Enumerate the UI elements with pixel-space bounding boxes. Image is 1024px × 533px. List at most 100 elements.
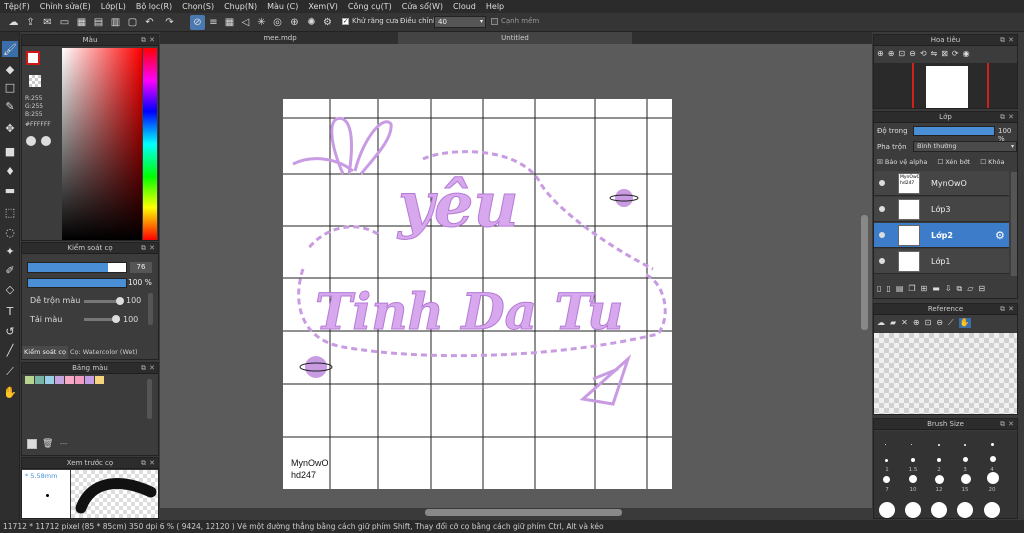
palette-swatch[interactable] (65, 376, 74, 384)
layer-item-lop2[interactable]: Lớp2 ⚙ (874, 223, 1009, 248)
opacity-slider[interactable] (27, 278, 127, 288)
tab-untitled[interactable]: Untitled (398, 32, 632, 44)
size-dot-15[interactable] (961, 474, 971, 484)
new-layer-icon[interactable]: ▯ (886, 284, 890, 294)
navigator-preview[interactable] (874, 63, 1017, 108)
close-icon[interactable]: ✕ (149, 458, 155, 469)
undo-icon[interactable]: ↶ (142, 15, 157, 30)
bucket-tool-icon[interactable]: ♦ (2, 163, 18, 179)
size-dot-large[interactable] (931, 502, 947, 518)
lock-option[interactable]: ☐ Khóa (980, 158, 1004, 166)
close-icon[interactable]: ✕ (1008, 419, 1014, 430)
size-dot-large[interactable] (879, 502, 895, 518)
size-dot-tiny[interactable] (911, 444, 912, 445)
size-dot-20[interactable] (987, 472, 999, 484)
eye-icon[interactable] (879, 232, 885, 238)
open-folder-icon[interactable]: ▰ (890, 318, 896, 328)
edge-checkbox[interactable] (491, 18, 498, 25)
close-icon[interactable]: ✕ (1008, 112, 1014, 123)
size-dot-12[interactable] (935, 475, 944, 484)
menu-select[interactable]: Chọn(S) (182, 2, 214, 11)
size-dot-tiny[interactable] (991, 443, 994, 446)
settings-snap-icon[interactable]: ✺ (304, 15, 319, 30)
wand-tool-icon[interactable]: ✦ (2, 243, 18, 259)
menu-capture[interactable]: Chụp(N) (224, 2, 257, 11)
rotate-right-icon[interactable]: ⟳ (952, 49, 959, 58)
drawing-paper[interactable]: yêu Tinh Da Tu MynOwO hd247 (283, 99, 672, 489)
hue-slider[interactable] (143, 48, 157, 240)
size-dot-tiny[interactable] (938, 444, 940, 446)
eye-icon[interactable] (879, 258, 885, 264)
menu-file[interactable]: Tệp(F) (4, 2, 30, 11)
gradient-tool-icon[interactable]: ▬ (2, 182, 18, 198)
float-icon[interactable]: ⧉ (1000, 304, 1005, 315)
zoom-in-icon[interactable]: ⊕ (913, 318, 920, 328)
eyedropper-tool-icon[interactable]: ⟋ (2, 364, 18, 380)
concentric-snap-icon[interactable]: ◎ (270, 15, 285, 30)
reload-slider-knob[interactable] (112, 315, 120, 323)
comment-icon[interactable]: ✉ (40, 15, 55, 30)
size-dot-large[interactable] (905, 502, 921, 518)
size-slider[interactable] (27, 262, 127, 273)
menu-filter[interactable]: Bộ lọc(R) (136, 2, 172, 11)
divide-tool-icon[interactable]: ╱ (2, 342, 18, 358)
scrollbar[interactable] (1011, 172, 1017, 276)
mix-slider-knob[interactable] (116, 297, 124, 305)
vanish-snap-icon[interactable]: ◁ (238, 15, 253, 30)
chat-icon[interactable]: ▭ (57, 15, 72, 30)
select-pen-tool-icon[interactable]: ✐ (2, 262, 18, 278)
reset-icon[interactable]: ⊠ (941, 49, 948, 58)
size-dot-4[interactable] (990, 456, 996, 462)
lasso-tool-icon[interactable]: ◌ (2, 224, 18, 240)
reference-canvas[interactable] (874, 333, 1017, 414)
transparent-swatch[interactable] (29, 75, 41, 87)
float-icon[interactable]: ⧉ (1000, 35, 1005, 46)
float-icon[interactable]: ⧉ (141, 363, 146, 374)
size-dot-1-5[interactable] (911, 458, 915, 462)
palette-swatch[interactable] (55, 376, 64, 384)
duplicate-icon[interactable]: ❐ (908, 284, 915, 294)
move-tool-icon[interactable]: ✥ (2, 120, 18, 136)
size-dot-tiny[interactable] (885, 444, 886, 445)
eye-icon[interactable] (879, 206, 885, 212)
zoom-in-icon[interactable]: ⊕ (888, 49, 895, 58)
text-tool-icon[interactable]: T (2, 303, 18, 319)
zoom-out-icon[interactable]: ⊖ (909, 49, 916, 58)
fit-icon[interactable]: ⊡ (898, 49, 905, 58)
copy-icon[interactable]: ⧉ (957, 284, 963, 294)
window-icon[interactable]: ▢ (125, 15, 140, 30)
close-icon[interactable]: ✕ (901, 318, 908, 328)
float-icon[interactable]: ⧉ (141, 243, 146, 254)
layer-opacity-slider[interactable] (913, 126, 995, 136)
menu-cloud[interactable]: Cloud (453, 2, 476, 11)
curve-snap-icon[interactable]: ⊕ (287, 15, 302, 30)
color-wheel-icon[interactable] (26, 136, 36, 146)
menu-window[interactable]: Cửa sổ(W) (402, 2, 443, 11)
palette-swatch[interactable] (35, 376, 44, 384)
cloud-icon[interactable]: ☁ (877, 318, 885, 328)
delete-icon[interactable]: ⊟ (978, 284, 985, 294)
size-value[interactable]: 76 (130, 262, 152, 273)
pen-tool-icon[interactable]: ✎ (2, 98, 18, 114)
size-dot-3[interactable] (963, 457, 968, 462)
flip-icon[interactable]: ⇋ (931, 49, 938, 58)
scrollbar[interactable] (147, 379, 152, 419)
parallel-snap-icon[interactable]: ≡ (206, 15, 221, 30)
hand-tool-icon[interactable]: ✋ (2, 384, 18, 400)
menu-layer[interactable]: Lớp(L) (101, 2, 126, 11)
rect-tool-icon[interactable]: □ (2, 79, 18, 95)
layer-item-mynowo[interactable]: MynOwO hd247 MynOwO (874, 171, 1009, 196)
layer-item-lop1[interactable]: Lớp1 (874, 249, 1009, 274)
brush-tool-icon[interactable]: 🖌 (2, 41, 18, 57)
palette-swatch[interactable] (85, 376, 94, 384)
cloud-icon[interactable]: ☁ (6, 15, 21, 30)
color-settings-icon[interactable] (41, 136, 51, 146)
fill-rect-tool-icon[interactable]: ■ (2, 143, 18, 159)
grid-snap-icon[interactable]: ▦ (222, 15, 237, 30)
float-icon[interactable]: ⧉ (1000, 419, 1005, 430)
size-dot-1[interactable] (885, 459, 888, 462)
gear-icon[interactable]: ⚙ (320, 15, 335, 30)
grid-icon[interactable]: ▥ (108, 15, 123, 30)
close-icon[interactable]: ✕ (149, 243, 155, 254)
palette-swatch[interactable] (95, 376, 104, 384)
